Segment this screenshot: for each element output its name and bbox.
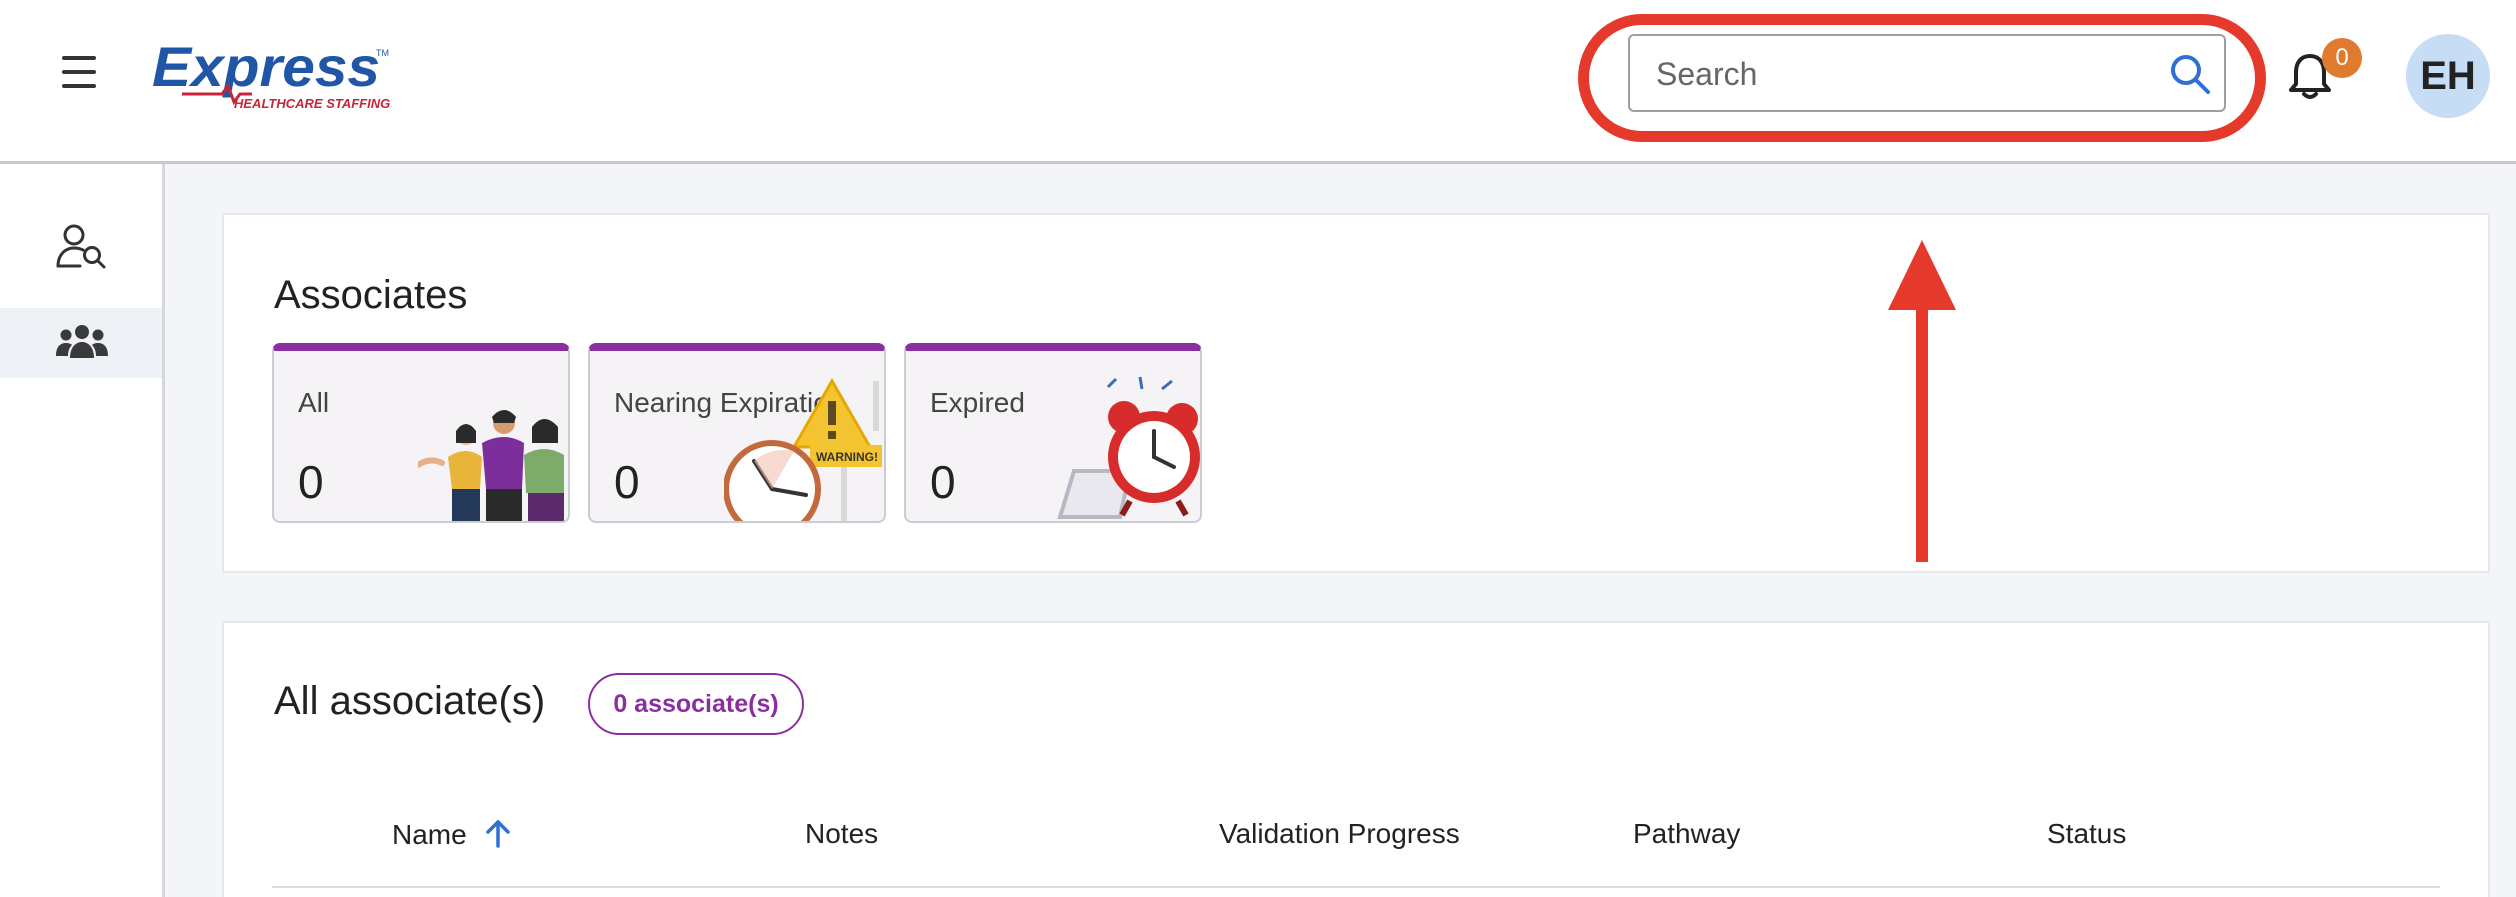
top-app-bar: Express HEALTHCARE STAFFING TM 0 EH xyxy=(0,0,2516,164)
tile-nearing-expiration[interactable]: Nearing Expiration 0 WARNING! xyxy=(588,343,886,523)
column-header-status[interactable]: Status xyxy=(2047,818,2126,850)
sidebar-item-associates[interactable] xyxy=(0,308,162,378)
associates-title: Associates xyxy=(274,273,468,317)
all-associates-title: All associate(s) xyxy=(274,679,546,723)
people-illustration xyxy=(418,410,564,521)
tile-count: 0 xyxy=(930,456,956,508)
group-icon xyxy=(56,325,108,358)
svg-text:HEALTHCARE STAFFING: HEALTHCARE STAFFING xyxy=(234,96,390,111)
tile-count: 0 xyxy=(614,456,640,508)
svg-text:WARNING!: WARNING! xyxy=(816,450,878,464)
red-arrow-annotation xyxy=(1888,240,1956,562)
search-field[interactable] xyxy=(1628,34,2226,112)
logo-mark: Express HEALTHCARE STAFFING TM xyxy=(152,36,390,111)
hamburger-menu-icon[interactable] xyxy=(56,52,102,92)
column-header-pathway[interactable]: Pathway xyxy=(1633,818,1740,850)
express-logo[interactable]: Express HEALTHCARE STAFFING TM xyxy=(152,36,392,116)
table-header-divider xyxy=(272,886,2440,888)
tile-all[interactable]: All 0 xyxy=(272,343,570,523)
svg-text:TM: TM xyxy=(376,48,389,58)
column-label: Name xyxy=(392,819,467,850)
column-header-notes[interactable]: Notes xyxy=(805,818,878,850)
tile-expired[interactable]: Expired 0 xyxy=(904,343,1202,523)
column-header-name[interactable]: Name xyxy=(392,818,512,851)
search-input[interactable] xyxy=(1654,36,2158,112)
sidebar xyxy=(0,164,165,897)
sort-ascending-icon[interactable] xyxy=(484,818,512,848)
search-icon[interactable] xyxy=(2168,52,2212,96)
svg-text:Express: Express xyxy=(152,36,380,98)
sidebar-item-user-search[interactable] xyxy=(0,210,162,280)
user-avatar[interactable]: EH xyxy=(2406,34,2490,118)
column-header-validation-progress[interactable]: Validation Progress xyxy=(1219,818,1460,850)
clock-warning-illustration: WARNING! xyxy=(724,377,882,521)
tile-label: Expired xyxy=(930,387,1025,418)
notification-count-badge: 0 xyxy=(2322,38,2362,78)
alarm-clock-illustration xyxy=(1057,376,1200,519)
all-associates-panel: All associate(s) xyxy=(222,621,2490,897)
user-search-icon xyxy=(56,224,106,269)
tile-label: All xyxy=(298,387,330,418)
associate-count-chip: 0 associate(s) xyxy=(588,673,804,735)
tile-count: 0 xyxy=(298,456,324,508)
